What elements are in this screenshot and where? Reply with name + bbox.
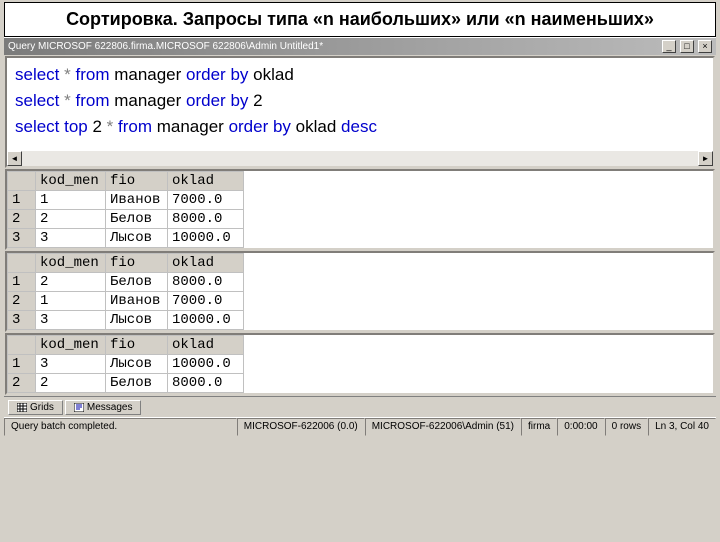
cell[interactable]: 3 xyxy=(36,229,106,248)
row-number[interactable]: 1 xyxy=(8,191,36,210)
cell[interactable]: 2 xyxy=(36,210,106,229)
cell[interactable]: Белов xyxy=(106,374,168,393)
status-time: 0:00:00 xyxy=(557,418,604,436)
query-window: Query MICROSOF 622806.firma.MICROSOF 622… xyxy=(4,37,716,436)
cell[interactable]: 8000.0 xyxy=(168,374,244,393)
row-header-blank[interactable] xyxy=(8,172,36,191)
cell[interactable]: Иванов xyxy=(106,292,168,311)
cell[interactable]: 1 xyxy=(36,292,106,311)
col-header-oklad[interactable]: oklad xyxy=(168,172,244,191)
close-button[interactable]: × xyxy=(698,40,712,53)
row-number[interactable]: 2 xyxy=(8,210,36,229)
minimize-button[interactable]: _ xyxy=(662,40,676,53)
status-db: firma xyxy=(521,418,557,436)
row-header-blank[interactable] xyxy=(8,254,36,273)
row-header-blank[interactable] xyxy=(8,336,36,355)
cell[interactable]: 10000.0 xyxy=(168,355,244,374)
cell[interactable]: Белов xyxy=(106,273,168,292)
result-grid-3: kod_menfiooklad13Лысов10000.022Белов8000… xyxy=(5,333,715,395)
cell[interactable]: 3 xyxy=(36,311,106,330)
table-row[interactable]: 21Иванов7000.0 xyxy=(8,292,244,311)
col-header-fio[interactable]: fio xyxy=(106,254,168,273)
scroll-track[interactable] xyxy=(22,151,698,166)
cell[interactable]: Лысов xyxy=(106,311,168,330)
grid-icon xyxy=(17,403,27,412)
horizontal-scrollbar[interactable]: ◄ ► xyxy=(7,151,713,166)
row-number[interactable]: 3 xyxy=(8,229,36,248)
tab-messages-label: Messages xyxy=(87,402,133,413)
col-header-oklad[interactable]: oklad xyxy=(168,336,244,355)
sql-editor[interactable]: select * from manager order by okladsele… xyxy=(5,56,715,168)
maximize-button[interactable]: □ xyxy=(680,40,694,53)
col-header-oklad[interactable]: oklad xyxy=(168,254,244,273)
messages-icon xyxy=(74,403,84,412)
scroll-right-button[interactable]: ► xyxy=(698,151,713,166)
results-tabs: Grids Messages xyxy=(4,396,716,417)
status-bar: Query batch completed. MICROSOF-622006 (… xyxy=(4,417,716,436)
status-message: Query batch completed. xyxy=(4,418,237,436)
cell[interactable]: 7000.0 xyxy=(168,191,244,210)
cell[interactable]: 8000.0 xyxy=(168,210,244,229)
row-number[interactable]: 1 xyxy=(8,273,36,292)
window-title-text: Query MICROSOF 622806.firma.MICROSOF 622… xyxy=(8,41,323,52)
cell[interactable]: 10000.0 xyxy=(168,229,244,248)
col-header-fio[interactable]: fio xyxy=(106,172,168,191)
row-number[interactable]: 3 xyxy=(8,311,36,330)
cell[interactable]: 8000.0 xyxy=(168,273,244,292)
cell[interactable]: Иванов xyxy=(106,191,168,210)
scroll-left-button[interactable]: ◄ xyxy=(7,151,22,166)
row-number[interactable]: 2 xyxy=(8,374,36,393)
window-titlebar: Query MICROSOF 622806.firma.MICROSOF 622… xyxy=(4,37,716,55)
cell[interactable]: 1 xyxy=(36,191,106,210)
status-pos: Ln 3, Col 40 xyxy=(648,418,716,436)
cell[interactable]: Белов xyxy=(106,210,168,229)
table-row[interactable]: 33Лысов10000.0 xyxy=(8,311,244,330)
table-row[interactable]: 22Белов8000.0 xyxy=(8,210,244,229)
col-header-kod_men[interactable]: kod_men xyxy=(36,336,106,355)
table-row[interactable]: 22Белов8000.0 xyxy=(8,374,244,393)
cell[interactable]: 3 xyxy=(36,355,106,374)
result-grid-2: kod_menfiooklad12Белов8000.021Иванов7000… xyxy=(5,251,715,332)
table-row[interactable]: 12Белов8000.0 xyxy=(8,273,244,292)
tab-messages[interactable]: Messages xyxy=(65,400,142,415)
results-area: kod_menfiooklad11Иванов7000.022Белов8000… xyxy=(5,169,715,395)
col-header-fio[interactable]: fio xyxy=(106,336,168,355)
col-header-kod_men[interactable]: kod_men xyxy=(36,254,106,273)
slide-title: Сортировка. Запросы типа «n наибольших» … xyxy=(4,2,716,37)
table-row[interactable]: 11Иванов7000.0 xyxy=(8,191,244,210)
status-rows: 0 rows xyxy=(605,418,648,436)
status-server: MICROSOF-622006 (0.0) xyxy=(237,418,365,436)
row-number[interactable]: 2 xyxy=(8,292,36,311)
tab-grids[interactable]: Grids xyxy=(8,400,63,415)
table-row[interactable]: 33Лысов10000.0 xyxy=(8,229,244,248)
cell[interactable]: 2 xyxy=(36,273,106,292)
cell[interactable]: Лысов xyxy=(106,355,168,374)
row-number[interactable]: 1 xyxy=(8,355,36,374)
result-grid-1: kod_menfiooklad11Иванов7000.022Белов8000… xyxy=(5,169,715,250)
cell[interactable]: 7000.0 xyxy=(168,292,244,311)
col-header-kod_men[interactable]: kod_men xyxy=(36,172,106,191)
status-user: MICROSOF-622006\Admin (51) xyxy=(365,418,521,436)
table-row[interactable]: 13Лысов10000.0 xyxy=(8,355,244,374)
cell[interactable]: 10000.0 xyxy=(168,311,244,330)
cell[interactable]: Лысов xyxy=(106,229,168,248)
tab-grids-label: Grids xyxy=(30,402,54,413)
cell[interactable]: 2 xyxy=(36,374,106,393)
